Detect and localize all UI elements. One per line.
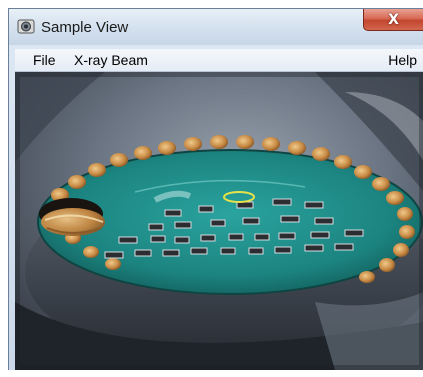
camera-lens-icon	[17, 19, 35, 34]
sample-view-window: Sample View X File X-ray Beam Help	[8, 8, 423, 370]
window-title: Sample View	[41, 19, 129, 36]
title-bar[interactable]: Sample View X	[9, 9, 423, 45]
menu-xray-beam[interactable]: X-ray Beam	[72, 52, 150, 68]
menu-bar: File X-ray Beam Help	[15, 49, 423, 72]
menu-file[interactable]: File	[31, 52, 58, 68]
close-button[interactable]: X	[363, 9, 423, 31]
sample-image	[15, 72, 423, 370]
close-icon: X	[388, 11, 399, 28]
sample-camera-view[interactable]	[15, 72, 423, 370]
menu-help[interactable]: Help	[386, 52, 419, 68]
